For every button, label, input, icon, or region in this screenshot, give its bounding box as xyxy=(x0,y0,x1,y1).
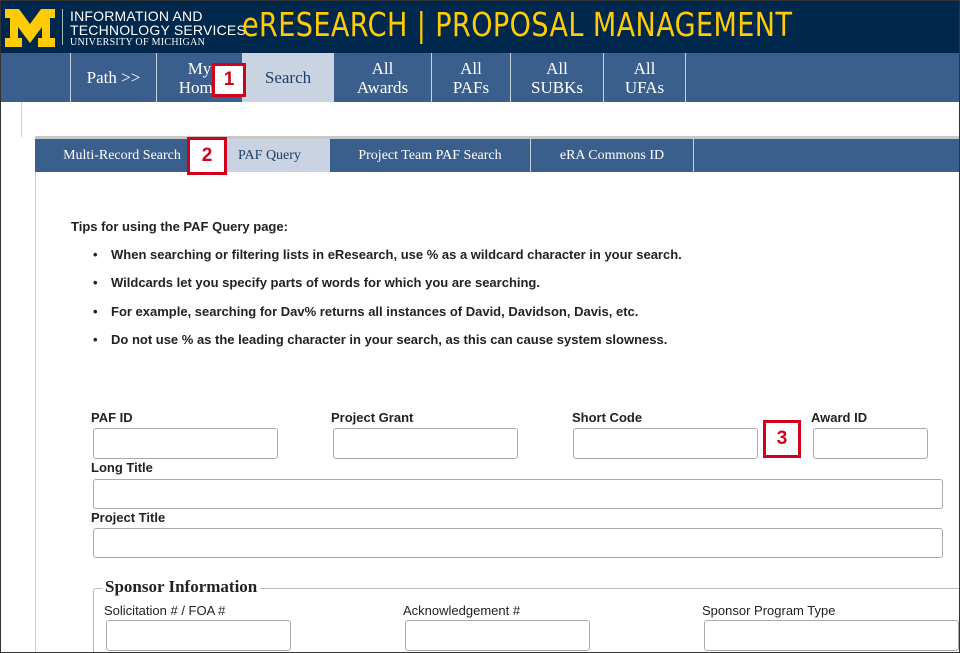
content-left-border xyxy=(35,172,36,652)
sponsor-program-type-label: Sponsor Program Type xyxy=(702,603,836,618)
project-title-input[interactable] xyxy=(93,528,943,558)
tip-item: Do not use % as the leading character in… xyxy=(93,332,667,347)
its-line-1: INFORMATION AND xyxy=(70,8,203,24)
nav-search[interactable]: Search xyxy=(243,53,334,102)
content-spacer xyxy=(21,102,959,137)
short-code-label: Short Code xyxy=(572,410,643,425)
sponsor-legend: Sponsor Information xyxy=(102,577,261,597)
tab-multi-record-search[interactable]: Multi-Record Search xyxy=(35,139,210,172)
tip-item: When searching or filtering lists in eRe… xyxy=(93,247,682,262)
project-grant-label: Project Grant xyxy=(331,410,414,425)
nav-all-ufas-line1: All xyxy=(633,58,656,78)
nav-my-home-line1: My xyxy=(187,58,212,78)
its-line-3: UNIVERSITY OF MICHIGAN xyxy=(70,37,206,48)
callout-badge: 3 xyxy=(763,420,801,458)
nav-all-pafs-line2: PAFs xyxy=(452,77,490,97)
block-m-logo xyxy=(5,9,55,47)
nav-search-label: Search xyxy=(264,68,312,87)
short-code-input[interactable] xyxy=(573,428,758,459)
search-subnav: Multi-Record Search PAF Query Project Te… xyxy=(35,139,959,172)
nav-all-pafs[interactable]: All PAFs xyxy=(432,53,511,102)
nav-all-subks[interactable]: All SUBKs xyxy=(511,53,604,102)
tab-project-team-label: Project Team PAF Search xyxy=(358,147,502,163)
paf-id-label: PAF ID xyxy=(91,410,133,425)
acknowledgement-label: Acknowledgement # xyxy=(403,603,521,618)
tip-item: For example, searching for Dav% returns … xyxy=(93,304,638,319)
tab-paf-query-label: PAF Query xyxy=(238,147,301,163)
tab-era-commons-label: eRA Commons ID xyxy=(559,147,665,163)
nav-all-awards-line1: All xyxy=(371,58,394,78)
site-header: INFORMATION AND TECHNOLOGY SERVICES UNIV… xyxy=(1,1,959,53)
solicitation-input[interactable] xyxy=(106,620,291,651)
app-window: INFORMATION AND TECHNOLOGY SERVICES UNIV… xyxy=(0,0,960,653)
nav-spacer xyxy=(1,53,71,102)
app-title: eRESEARCH | PROPOSAL MANAGEMENT xyxy=(242,5,793,44)
nav-all-awards-line2: Awards xyxy=(356,77,409,97)
tips-title: Tips for using the PAF Query page: xyxy=(71,219,288,234)
its-wordmark: INFORMATION AND TECHNOLOGY SERVICES UNIV… xyxy=(70,9,246,48)
project-grant-input[interactable] xyxy=(333,428,518,459)
solicitation-label: Solicitation # / FOA # xyxy=(104,603,226,618)
award-id-input[interactable] xyxy=(813,428,928,459)
long-title-input[interactable] xyxy=(93,479,943,509)
sponsor-program-type-input[interactable] xyxy=(704,620,959,651)
nav-all-ufas-line2: UFAs xyxy=(624,77,665,97)
nav-path[interactable]: Path >> xyxy=(71,53,157,102)
callout-badge: 2 xyxy=(187,137,227,175)
project-title-label: Project Title xyxy=(91,510,166,525)
nav-all-subks-line2: SUBKs xyxy=(531,77,583,97)
nav-all-ufas[interactable]: All UFAs xyxy=(604,53,686,102)
tip-item: Wildcards let you specify parts of words… xyxy=(93,275,540,290)
nav-all-awards[interactable]: All Awards xyxy=(334,53,432,102)
nav-all-pafs-line1: All xyxy=(460,58,482,78)
nav-all-subks-line1: All xyxy=(546,58,568,78)
tab-era-commons-id[interactable]: eRA Commons ID xyxy=(531,139,694,172)
header-divider xyxy=(62,9,63,45)
main-nav: Path >> My Home Search All Awards All PA… xyxy=(1,53,959,102)
tab-paf-query[interactable]: PAF Query xyxy=(210,139,330,172)
callout-badge: 1 xyxy=(212,63,246,97)
paf-id-input[interactable] xyxy=(93,428,278,459)
award-id-label: Award ID xyxy=(811,410,868,425)
tab-project-team-paf-search[interactable]: Project Team PAF Search xyxy=(330,139,531,172)
its-line-2: TECHNOLOGY SERVICES xyxy=(70,22,246,38)
long-title-label: Long Title xyxy=(91,460,153,475)
acknowledgement-input[interactable] xyxy=(405,620,590,651)
tab-multi-record-label: Multi-Record Search xyxy=(63,147,181,163)
nav-path-label: Path >> xyxy=(86,68,141,87)
